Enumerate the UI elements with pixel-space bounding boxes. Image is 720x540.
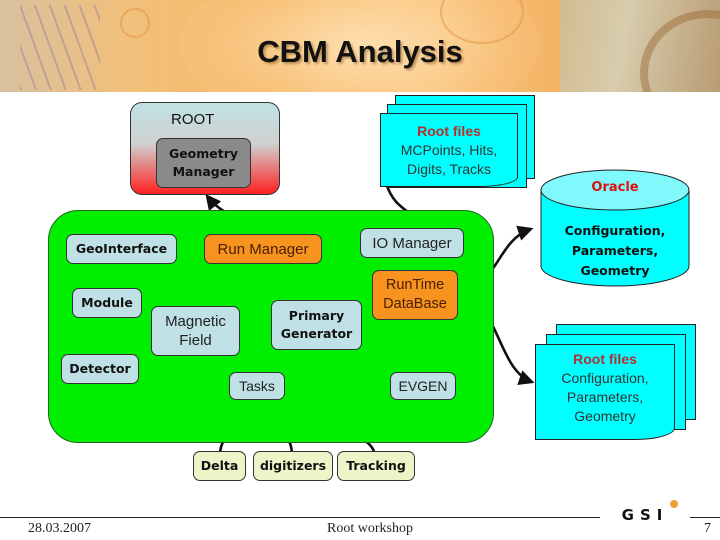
root-files-bottom-line1: Configuration, [561,370,649,386]
root-files-bottom-line3: Geometry [574,408,636,424]
footer-divider [690,517,720,518]
digitizers-box[interactable]: digitizers [253,451,333,481]
io-manager-label: IO Manager [372,234,452,252]
footer-divider [0,517,600,518]
oracle-database[interactable]: Oracle Configuration, Parameters, Geomet… [540,168,690,288]
run-manager-box[interactable]: Run Manager [204,234,322,264]
magnetic-field-box[interactable]: Magnetic Field [151,306,240,356]
root-label: ROOT [171,111,215,128]
detector-label: Detector [69,361,131,376]
footer-event: Root workshop [327,521,413,536]
oracle-line1: Configuration, [564,223,666,238]
magnetic-field-line2: Field [179,332,212,349]
io-manager-box[interactable]: IO Manager [360,228,464,258]
root-files-top-line1: MCPoints, Hits, [400,142,498,158]
runtime-db-line2: DataBase [383,296,447,312]
tracking-box[interactable]: Tracking [337,451,415,481]
delta-label: Delta [200,458,239,473]
tracking-label: Tracking [346,458,406,473]
magnetic-field-line1: Magnetic [165,313,226,330]
oracle-heading: Oracle [591,180,639,195]
detector-box[interactable]: Detector [61,354,139,384]
geometry-manager-line2: Manager [172,164,235,179]
root-files-bottom-heading: Root files [573,351,637,367]
run-manager-label: Run Manager [217,240,309,258]
geometry-manager-box[interactable]: Geometry Manager [156,138,251,188]
geointerface-label: GeoInterface [75,241,168,256]
delta-box[interactable]: Delta [193,451,246,481]
oracle-line3: Geometry [580,263,650,278]
module-label: Module [81,295,133,310]
geointerface-box[interactable]: GeoInterface [66,234,177,264]
runtime-db-line1: RunTime [385,277,445,293]
root-files-bottom-line2: Parameters, [566,389,644,405]
evgen-label: EVGEN [398,377,448,394]
root-files-top-heading: Root files [417,123,481,139]
primary-generator-line1: Primary [288,308,345,323]
root-group: ROOT Geometry Manager [130,102,280,195]
primary-generator-box[interactable]: Primary Generator [271,300,362,350]
geometry-manager-line1: Geometry [168,146,239,161]
tasks-box[interactable]: Tasks [229,372,285,400]
primary-generator-line2: Generator [280,326,353,341]
root-files-top-line2: Digits, Tracks [406,161,491,177]
tasks-label: Tasks [239,377,275,394]
page-number: 7 [704,521,711,536]
module-box[interactable]: Module [72,288,142,318]
digitizers-label: digitizers [259,458,327,473]
runtime-database-box[interactable]: RunTime DataBase [372,270,458,320]
oracle-line2: Parameters, [571,243,659,258]
slide-title: CBM Analysis [257,34,463,69]
evgen-box[interactable]: EVGEN [390,372,456,400]
